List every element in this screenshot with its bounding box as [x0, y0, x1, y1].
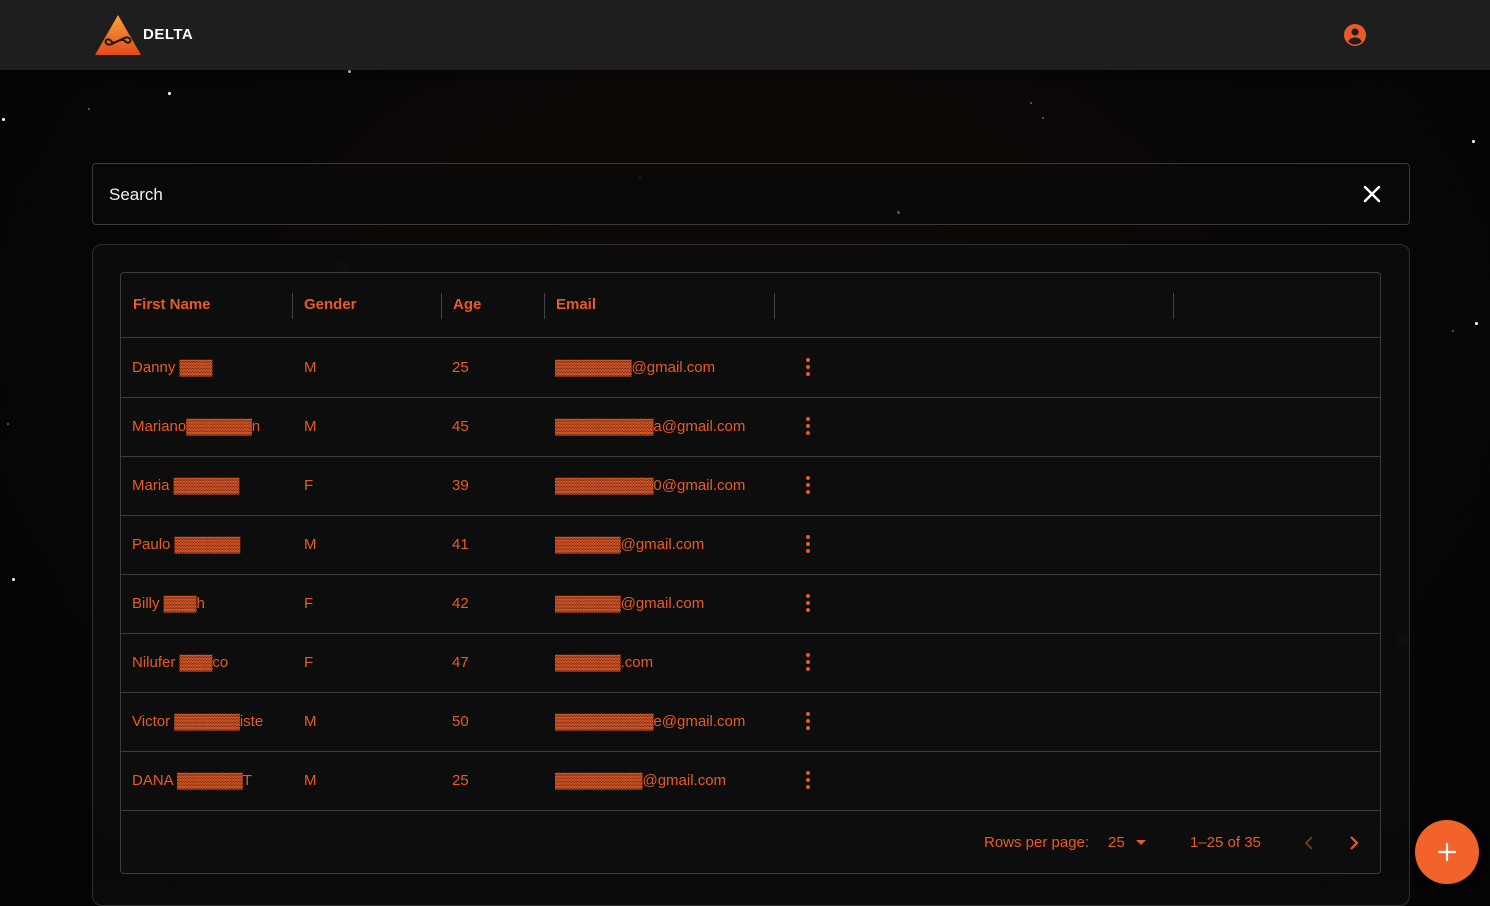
- table-header: First Name Gender Age Email: [121, 273, 1380, 338]
- cell-gender: M: [304, 359, 317, 376]
- star: [12, 578, 15, 581]
- cell-first-name: Danny ▓▓▓: [132, 359, 213, 376]
- more-vert-icon[interactable]: [797, 474, 819, 496]
- rows-per-page-select[interactable]: 25: [1108, 813, 1148, 873]
- top-app-bar: DELTA: [0, 0, 1490, 70]
- star: [168, 92, 171, 95]
- star: [7, 423, 9, 425]
- cell-email: ▓▓▓▓▓▓@gmail.com: [555, 536, 705, 553]
- cell-gender: F: [304, 477, 314, 494]
- plus-icon: [1437, 842, 1457, 862]
- cell-age: 47: [452, 654, 469, 671]
- cell-age: 42: [452, 595, 469, 612]
- chevron-left-icon[interactable]: [1297, 831, 1321, 855]
- cell-age: 45: [452, 418, 469, 435]
- star: [1030, 102, 1032, 104]
- page-range: 1–25 of 35: [1190, 834, 1261, 851]
- cell-first-name: Paulo ▓▓▓▓▓▓: [132, 536, 241, 553]
- cell-age: 50: [452, 713, 469, 730]
- brand-name: DELTA: [143, 26, 194, 43]
- arrow-drop-down-icon: [1136, 840, 1146, 845]
- cell-first-name: Maria ▓▓▓▓▓▓: [132, 477, 240, 494]
- table-row[interactable]: Danny ▓▓▓ M 25 ▓▓▓▓▓▓▓@gmail.com: [121, 338, 1380, 398]
- cell-first-name: Mariano▓▓▓▓▓▓n: [132, 418, 261, 435]
- column-separator[interactable]: [441, 293, 442, 319]
- users-table: First Name Gender Age Email Danny ▓▓▓ M …: [120, 272, 1381, 874]
- cell-email: ▓▓▓▓▓▓▓▓▓e@gmail.com: [555, 713, 746, 730]
- cell-gender: M: [304, 713, 317, 730]
- table-row[interactable]: Paulo ▓▓▓▓▓▓ M 41 ▓▓▓▓▓▓@gmail.com: [121, 515, 1380, 575]
- star: [1452, 330, 1454, 332]
- table-row[interactable]: DANA ▓▓▓▓▓▓T M 25 ▓▓▓▓▓▓▓▓@gmail.com: [121, 751, 1380, 811]
- star: [1475, 322, 1478, 325]
- more-vert-icon[interactable]: [797, 651, 819, 673]
- column-separator[interactable]: [544, 293, 545, 319]
- star: [1042, 117, 1044, 119]
- more-vert-icon[interactable]: [797, 769, 819, 791]
- cell-gender: F: [304, 654, 314, 671]
- cell-first-name: DANA ▓▓▓▓▓▓T: [132, 772, 252, 789]
- cell-email: ▓▓▓▓▓▓.com: [555, 654, 654, 671]
- table-pagination: Rows per page: 25 1–25 of 35: [121, 813, 1380, 873]
- table-row[interactable]: Nilufer ▓▓▓co F 47 ▓▓▓▓▓▓.com: [121, 633, 1380, 693]
- search-input[interactable]: [107, 164, 1351, 226]
- cell-age: 39: [452, 477, 469, 494]
- close-icon[interactable]: [1361, 183, 1383, 205]
- column-header-email[interactable]: Email: [556, 273, 596, 337]
- table-row[interactable]: Victor ▓▓▓▓▓▓iste M 50 ▓▓▓▓▓▓▓▓▓e@gmail.…: [121, 692, 1380, 752]
- star: [348, 70, 351, 73]
- cell-email: ▓▓▓▓▓▓▓▓@gmail.com: [555, 772, 727, 789]
- table-row[interactable]: Billy ▓▓▓h F 42 ▓▓▓▓▓▓@gmail.com: [121, 574, 1380, 634]
- cell-email: ▓▓▓▓▓▓▓@gmail.com: [555, 359, 716, 376]
- chevron-right-icon[interactable]: [1342, 831, 1366, 855]
- rows-per-page-value: 25: [1108, 834, 1125, 851]
- table-row[interactable]: Maria ▓▓▓▓▓▓ F 39 ▓▓▓▓▓▓▓▓▓0@gmail.com: [121, 456, 1380, 516]
- account-circle-icon[interactable]: [1343, 23, 1367, 47]
- column-header-gender[interactable]: Gender: [304, 273, 357, 337]
- cell-gender: M: [304, 772, 317, 789]
- cell-gender: M: [304, 536, 317, 553]
- star: [1472, 140, 1475, 143]
- cell-age: 25: [452, 359, 469, 376]
- rows-per-page-label: Rows per page:: [984, 834, 1090, 851]
- cell-first-name: Nilufer ▓▓▓co: [132, 654, 229, 671]
- more-vert-icon[interactable]: [797, 356, 819, 378]
- star: [2, 118, 5, 121]
- column-separator[interactable]: [774, 293, 775, 319]
- cell-email: ▓▓▓▓▓▓▓▓▓0@gmail.com: [555, 477, 746, 494]
- cell-first-name: Victor ▓▓▓▓▓▓iste: [132, 713, 264, 730]
- delta-logo-icon: [95, 15, 141, 55]
- more-vert-icon[interactable]: [797, 533, 819, 555]
- add-button[interactable]: [1415, 820, 1479, 884]
- cell-email: ▓▓▓▓▓▓@gmail.com: [555, 595, 705, 612]
- cell-age: 41: [452, 536, 469, 553]
- more-vert-icon[interactable]: [797, 592, 819, 614]
- cell-gender: F: [304, 595, 314, 612]
- more-vert-icon[interactable]: [797, 415, 819, 437]
- more-vert-icon[interactable]: [797, 710, 819, 732]
- search-bar: [92, 163, 1410, 226]
- star: [88, 108, 90, 110]
- cell-email: ▓▓▓▓▓▓▓▓▓a@gmail.com: [555, 418, 746, 435]
- column-separator[interactable]: [292, 293, 293, 319]
- cell-gender: M: [304, 418, 317, 435]
- column-header-first-name[interactable]: First Name: [133, 273, 211, 337]
- table-row[interactable]: Mariano▓▓▓▓▓▓n M 45 ▓▓▓▓▓▓▓▓▓a@gmail.com: [121, 397, 1380, 457]
- cell-first-name: Billy ▓▓▓h: [132, 595, 205, 612]
- cell-age: 25: [452, 772, 469, 789]
- column-separator[interactable]: [1173, 293, 1174, 319]
- column-header-age[interactable]: Age: [453, 273, 481, 337]
